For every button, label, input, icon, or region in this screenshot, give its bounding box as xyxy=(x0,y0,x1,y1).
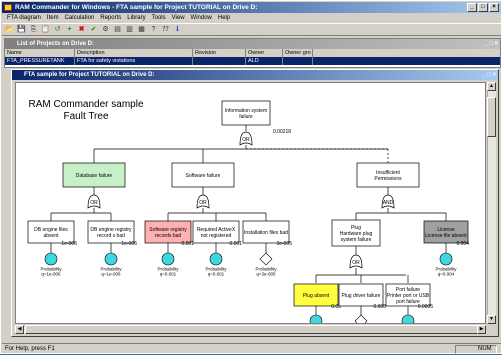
col-revision[interactable]: Revision xyxy=(193,49,246,57)
leaf-prob-4: Probability q=3e-005 xyxy=(255,266,277,276)
hscroll-thumb[interactable] xyxy=(25,325,480,334)
menu-item[interactable]: Item xyxy=(44,13,62,23)
chart-icon[interactable]: ▥ xyxy=(125,25,134,34)
menu-help[interactable]: Help xyxy=(215,13,233,23)
leaf-circle-3 xyxy=(209,252,223,266)
menu-window[interactable]: Window xyxy=(188,13,215,23)
menu-fta-diagram[interactable]: FTA diagram xyxy=(4,13,44,23)
paste-icon[interactable]: 📋 xyxy=(41,25,50,34)
leaf-value-0: 1e-006 xyxy=(61,241,77,247)
menu-view[interactable]: View xyxy=(169,13,188,23)
menu-reports[interactable]: Reports xyxy=(97,13,124,23)
info-icon[interactable]: ℹ xyxy=(173,25,182,34)
plug-child-value-1: 0.008 xyxy=(373,304,386,310)
menu-calculation[interactable]: Calculation xyxy=(62,13,98,23)
plug-child-diamond-1 xyxy=(354,314,368,323)
col-name[interactable]: Name xyxy=(5,49,75,57)
plug-child-box-0-label: Plug absent xyxy=(303,293,330,299)
title-bar: RAM Commander for Windows - FTA sample f… xyxy=(2,2,501,13)
status-text: For Help, press F1 xyxy=(5,346,55,352)
fta-window-caption: FTA sample for Project TUTORIAL on Drive… xyxy=(12,70,498,80)
diagram-heading: RAM Commander sample Fault Tree xyxy=(28,99,143,122)
window-title: RAM Commander for Windows - FTA sample f… xyxy=(15,4,258,11)
copy-icon[interactable]: ⎘ xyxy=(29,25,38,34)
leaf-box-3-label: Required ActiveX not registered xyxy=(197,227,236,239)
leaf-diamond-4 xyxy=(259,252,273,266)
delete-icon[interactable]: ✖ xyxy=(77,25,86,34)
level2-box-1-label: Software failure xyxy=(186,173,221,179)
plug-gate-label: OR xyxy=(352,260,360,266)
vertical-scrollbar[interactable]: ▲ ▼ xyxy=(487,82,496,324)
fault-tree-canvas[interactable]: RAM Commander sample Fault Tree Informatio… xyxy=(15,82,486,324)
report-icon[interactable]: ▤ xyxy=(113,25,122,34)
plug-child-circle-0 xyxy=(309,314,323,323)
check-icon[interactable]: ✔ xyxy=(89,25,98,34)
menu-bar: FTA diagram Item Calculation Reports Lib… xyxy=(2,13,501,23)
add-icon[interactable]: + xyxy=(65,25,74,34)
help-icon[interactable]: ? xyxy=(149,25,158,34)
level2-box-2-label: Insufficient Permissions xyxy=(374,170,402,182)
menu-tools[interactable]: Tools xyxy=(149,13,169,23)
plug-child-value-2: 0.0005 xyxy=(418,304,434,310)
leaf-circle-1 xyxy=(104,252,118,266)
table-row[interactable]: FTA_PRESSURETANK FTA for safety violatio… xyxy=(5,57,500,65)
license-circle xyxy=(439,252,453,266)
scroll-right-icon[interactable]: ▶ xyxy=(477,325,486,334)
leaf-prob-1: Probability q=1e-006 xyxy=(100,266,122,276)
plug-child-circle-2 xyxy=(401,314,415,323)
plug-child-box-1-label: Plug driver failure xyxy=(342,293,381,299)
save-icon[interactable]: 💾 xyxy=(17,25,26,34)
app-icon xyxy=(4,4,12,11)
license-value: 0.004 xyxy=(456,241,469,247)
level2-gate-1-label: OR xyxy=(199,200,207,206)
leaf-value-4: 3e-005 xyxy=(276,241,292,247)
col-owner[interactable]: Owner xyxy=(246,49,283,57)
minimize-button[interactable]: _ xyxy=(467,3,477,12)
leaf-prob-0: Probability q=1e-006 xyxy=(40,266,62,276)
maximize-button[interactable]: □ xyxy=(478,3,488,12)
horizontal-scrollbar[interactable]: ◀ ▶ xyxy=(15,325,486,334)
leaf-circle-0 xyxy=(44,252,58,266)
fta-window: FTA sample for Project TUTORIAL on Drive… xyxy=(11,69,499,337)
whatsthis-icon[interactable]: ⁇ xyxy=(161,25,170,34)
leaf-prob-3: Probability q=0.001 xyxy=(205,266,227,276)
scroll-left-icon[interactable]: ◀ xyxy=(15,325,24,334)
level2-gate-0-label: OR xyxy=(90,200,98,206)
leaf-value-2: 0.001 xyxy=(181,241,194,247)
num-lock-indicator: NUM xyxy=(455,345,497,354)
leaf-prob-2: Probability q=0.001 xyxy=(157,266,179,276)
lib-icon[interactable]: ▦ xyxy=(137,25,146,34)
scroll-thumb[interactable] xyxy=(487,97,496,137)
menu-library[interactable]: Library xyxy=(124,13,148,23)
status-bar: For Help, press F1 NUM xyxy=(2,343,501,354)
calc-icon[interactable]: ⚙ xyxy=(101,25,110,34)
open-icon[interactable]: 📂 xyxy=(5,25,14,34)
project-list-header: Name Description Revision Owner Owner gr… xyxy=(5,49,500,57)
scroll-down-icon[interactable]: ▼ xyxy=(487,315,496,324)
level2-gate-2-label: AND xyxy=(383,200,394,206)
level2-box-0-label: Database failure xyxy=(76,173,113,179)
top-event-value: 0.00218 xyxy=(273,129,291,135)
license-prob: Probability q=0.004 xyxy=(435,266,457,276)
top-gate-label: OR xyxy=(242,137,250,143)
app-window: RAM Commander for Windows - FTA sample f… xyxy=(0,0,502,354)
leaf-circle-2 xyxy=(161,252,175,266)
col-description[interactable]: Description xyxy=(75,49,193,57)
leaf-value-1: 1e-006 xyxy=(121,241,137,247)
col-owner-group[interactable]: Owner gro xyxy=(283,49,313,57)
scroll-up-icon[interactable]: ▲ xyxy=(487,82,496,91)
project-list-window: List of Projects on Drive D: _ □ × Name … xyxy=(4,38,501,68)
close-button[interactable]: × xyxy=(489,3,499,12)
undo-icon[interactable]: ↺ xyxy=(53,25,62,34)
leaf-value-3: 0.001 xyxy=(229,241,242,247)
leaf-box-4-label: Installation files bad xyxy=(244,230,288,236)
project-list-caption: List of Projects on Drive D: _ □ × xyxy=(5,39,500,49)
toolbar: 📂 💾 ⎘ 📋 ↺ + ✖ ✔ ⚙ ▤ ▥ ▦ ? ⁇ ℹ xyxy=(2,23,501,36)
fault-tree-diagram: RAM Commander sample Fault Tree Informatio… xyxy=(27,99,469,323)
